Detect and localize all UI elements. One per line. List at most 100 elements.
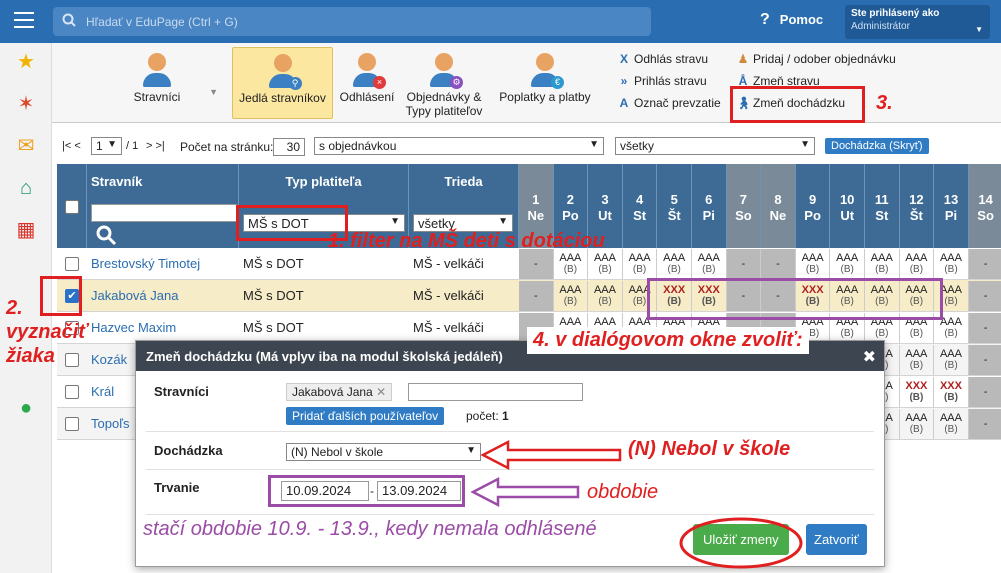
- day-cell-meal[interactable]: AAA(B): [865, 249, 900, 279]
- day-cell-meal[interactable]: AAA(B): [588, 249, 623, 279]
- day-cell-empty[interactable]: -: [968, 281, 1001, 311]
- day-cell-meal[interactable]: AAA(B): [796, 249, 831, 279]
- prihlas-stravu-label: Prihlás stravu: [634, 74, 707, 88]
- chip-label: Jakabová Jana: [292, 385, 373, 399]
- ribbon-stravnici[interactable]: Stravníci ▼: [92, 47, 222, 119]
- day-cell-meal[interactable]: AAA(B): [657, 249, 692, 279]
- count-text: počet: 1: [466, 409, 509, 423]
- pager-first-prev[interactable]: |< <: [62, 140, 81, 152]
- name-filter-input[interactable]: [91, 204, 237, 222]
- meal-variant: (B): [632, 264, 647, 275]
- day-header-12: 12 Št: [900, 164, 935, 248]
- day-cell-cancelled[interactable]: XXX (B): [934, 377, 969, 407]
- day-cell-meal[interactable]: AAA(B): [934, 409, 969, 439]
- search-icon[interactable]: [95, 224, 117, 246]
- pridaj-odober-button[interactable]: ♟ Pridaj / odober objednávku: [736, 52, 896, 66]
- day-cell-empty[interactable]: -: [726, 249, 762, 279]
- day-cell-empty[interactable]: -: [519, 281, 554, 311]
- row-checkbox[interactable]: [65, 417, 79, 431]
- pager-next-last[interactable]: > >|: [146, 140, 165, 152]
- add-user-input[interactable]: [408, 383, 583, 401]
- mail-icon[interactable]: ✉: [14, 135, 38, 157]
- check-circle-icon[interactable]: ●: [14, 397, 38, 419]
- student-name-link[interactable]: Brestovský Timotej: [87, 248, 239, 280]
- day-cell-meal[interactable]: AAA(B): [553, 281, 589, 311]
- prihlas-stravu-button[interactable]: » Prihlás stravu: [617, 74, 707, 88]
- attendance-type-select[interactable]: (N) Nebol v škole ▼: [286, 443, 481, 461]
- day-cell-meal[interactable]: AAA(B): [900, 249, 935, 279]
- day-cell-meal[interactable]: AAA(B): [934, 249, 969, 279]
- day-weekday: Po: [562, 208, 579, 223]
- odhlas-stravu-button[interactable]: X Odhlás stravu: [617, 52, 708, 66]
- day-cell-empty[interactable]: -: [968, 409, 1001, 439]
- day-cell-meal[interactable]: AAA(B): [554, 249, 589, 279]
- meal-variant: (B): [944, 360, 958, 371]
- add-users-button[interactable]: Pridať ďalších používateľov: [286, 407, 445, 425]
- dialog-title: Zmeň dochádzku (Má vplyv iba na modul šk…: [146, 349, 503, 364]
- row-checkbox[interactable]: [65, 385, 79, 399]
- meal-code: AAA: [697, 252, 720, 264]
- page-select[interactable]: 1 ▼: [91, 137, 122, 155]
- user-line2: Administrátor: [851, 21, 910, 32]
- day-cell-meal[interactable]: AAA(B): [899, 345, 935, 375]
- chevron-down-icon: ▼: [466, 445, 476, 456]
- day-cell-empty[interactable]: -: [519, 249, 554, 279]
- day-cell-cancelled[interactable]: XXX (B): [900, 377, 935, 407]
- student-name-link[interactable]: Jakabová Jana: [87, 280, 239, 312]
- calendar-icon[interactable]: ▦: [14, 219, 38, 241]
- ribbon-poplatky[interactable]: € Poplatky a platby: [494, 47, 596, 119]
- select-all-checkbox[interactable]: [65, 200, 79, 214]
- home-icon[interactable]: ⌂: [14, 177, 38, 199]
- day-number: 3: [601, 192, 609, 207]
- orders-filter-select[interactable]: s objednávkou ▼: [314, 137, 604, 155]
- ribbon-odhlaseni[interactable]: × Odhlásení: [337, 47, 397, 119]
- meal-variant: (B): [840, 328, 854, 339]
- all-filter-select[interactable]: všetky ▼: [615, 137, 815, 155]
- day-cell-empty[interactable]: -: [968, 345, 1001, 375]
- day-cell-empty[interactable]: -: [968, 249, 1001, 279]
- fork-icon: »: [620, 74, 628, 88]
- meal-code: AAA: [905, 348, 928, 360]
- day-cell-empty[interactable]: -: [761, 249, 796, 279]
- help-button[interactable]: ? Pomoc: [760, 11, 823, 29]
- annotation-step2-line2: žiaka: [6, 345, 55, 367]
- day-cell-empty[interactable]: -: [968, 313, 1001, 343]
- day-cell-meal[interactable]: AAA(B): [588, 281, 623, 311]
- per-page-input[interactable]: 30: [273, 138, 305, 156]
- day-cell-meal[interactable]: AAA(B): [899, 409, 935, 439]
- attendance-toggle-button[interactable]: Dochádzka (Skryť): [825, 138, 929, 154]
- magic-wand-icon[interactable]: ✶: [14, 93, 38, 115]
- day-cell-meal[interactable]: AAA(B): [623, 249, 658, 279]
- user-menu[interactable]: Ste prihlásený ako Administrátor ▼: [845, 5, 990, 39]
- selected-user-chip[interactable]: Jakabová Jana ✕: [286, 383, 393, 401]
- meal-code: AAA: [628, 252, 651, 264]
- user-remove-icon: ×: [352, 53, 386, 89]
- dialog-separator: [146, 514, 874, 515]
- row-checkbox[interactable]: [65, 257, 79, 271]
- search-input[interactable]: Hľadať v EduPage (Ctrl + G): [53, 7, 651, 36]
- day-header-4: 4 St: [623, 164, 658, 248]
- day-weekday: So: [977, 208, 994, 223]
- meal-code: AAA: [559, 252, 582, 264]
- user-settings-icon: ⚙: [429, 53, 463, 89]
- day-header-11: 11 St: [865, 164, 900, 248]
- day-cell-meal[interactable]: AAA(B): [934, 345, 969, 375]
- meal-code: AAA: [593, 284, 616, 296]
- menu-icon[interactable]: [14, 12, 34, 28]
- ribbon-objednavky[interactable]: ⚙ Objednávky & Typy platiteľov: [404, 47, 484, 119]
- close-dialog-button[interactable]: Zatvoriť: [806, 524, 867, 555]
- day-cell-meal[interactable]: AAA(B): [830, 249, 865, 279]
- ribbon-jedla[interactable]: ⚲ Jedlá stravníkov: [232, 47, 333, 119]
- day-cell-meal[interactable]: AAA(B): [692, 249, 727, 279]
- question-icon: ?: [760, 11, 770, 28]
- day-cell-empty[interactable]: -: [968, 377, 1001, 407]
- annotation-step2-line1: vyznačiť: [6, 321, 88, 343]
- remove-chip-icon[interactable]: ✕: [376, 385, 386, 399]
- star-icon[interactable]: ★: [14, 51, 38, 73]
- meal-variant: (B): [875, 328, 889, 339]
- day-weekday: Ne: [769, 208, 787, 223]
- day-number: 12: [909, 192, 924, 207]
- chevron-down-icon: ▼: [800, 139, 810, 150]
- oznac-prevzatie-button[interactable]: A Označ prevzatie: [617, 96, 721, 110]
- close-icon[interactable]: ✖: [863, 347, 876, 367]
